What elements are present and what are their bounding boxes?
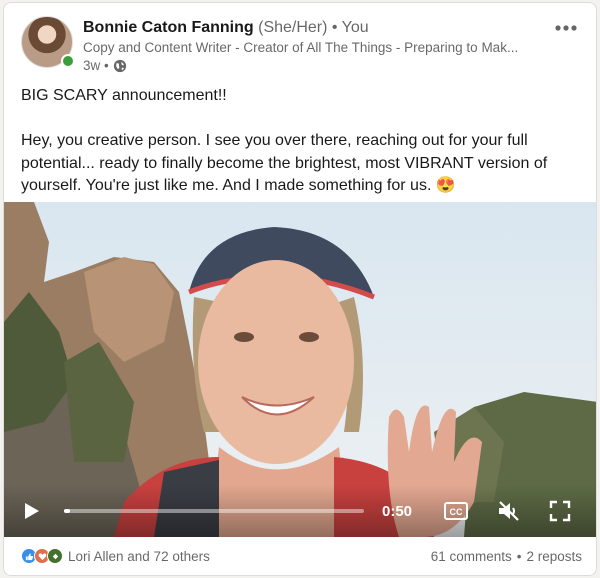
globe-icon [113,59,127,73]
feed-post-card: Bonnie Caton Fanning (She/Her) • You Cop… [3,2,597,576]
post-text-line-1: BIG SCARY announcement!! [21,87,227,104]
captions-button[interactable]: CC [444,502,468,520]
video-progress-fill [64,509,70,513]
fullscreen-icon [549,500,571,522]
closed-captions-icon: CC [444,502,468,520]
author-pronouns: (She/Her) [258,19,328,36]
post-text-paragraph: Hey, you creative person. I see you over… [21,130,581,198]
reaction-icons [21,548,63,564]
count-separator: • [516,548,522,564]
connection-degree: • You [331,19,369,36]
author-info: Bonnie Caton Fanning (She/Her) • You Cop… [83,17,522,75]
video-time-remaining: 0:50 [382,502,413,520]
post-time: 3w • [83,58,109,73]
social-counts: Lori Allen and 72 others 61 comments • 2… [21,545,582,567]
fullscreen-button[interactable] [548,499,572,523]
more-options-button[interactable] [550,16,582,40]
author-avatar[interactable] [21,16,75,68]
heart-eyes-emoji: 😍 [435,177,456,194]
author-name-line: Bonnie Caton Fanning (She/Her) • You [83,17,522,39]
svg-text:CC: CC [450,507,463,517]
video-player[interactable]: 0:50 CC [4,202,596,537]
author-name[interactable]: Bonnie Caton Fanning [83,19,254,36]
video-progress-bar[interactable] [64,509,364,513]
post-text-line-2: Hey, you creative person. I see you over… [21,132,548,194]
post-body: BIG SCARY announcement!! Hey, you creati… [21,85,581,198]
post-header: Bonnie Caton Fanning (She/Her) • You Cop… [21,16,582,74]
post-meta: 3w • [83,57,522,75]
mute-button[interactable] [496,499,522,523]
play-button[interactable] [18,498,44,524]
engagement-counts: 61 comments • 2 reposts [431,549,582,564]
online-status-indicator [61,54,75,68]
play-icon [25,503,39,519]
video-controls-bar: 0:50 CC [4,485,596,537]
comments-count[interactable]: 61 comments [431,549,512,564]
reactions-text: Lori Allen and 72 others [68,548,210,564]
reposts-count[interactable]: 2 reposts [526,549,582,564]
volume-muted-icon [499,501,519,521]
celebrate-icon [47,548,63,564]
reactions-summary[interactable]: Lori Allen and 72 others [21,548,210,564]
author-headline: Copy and Content Writer - Creator of All… [83,40,519,55]
more-horizontal-icon [555,25,577,31]
